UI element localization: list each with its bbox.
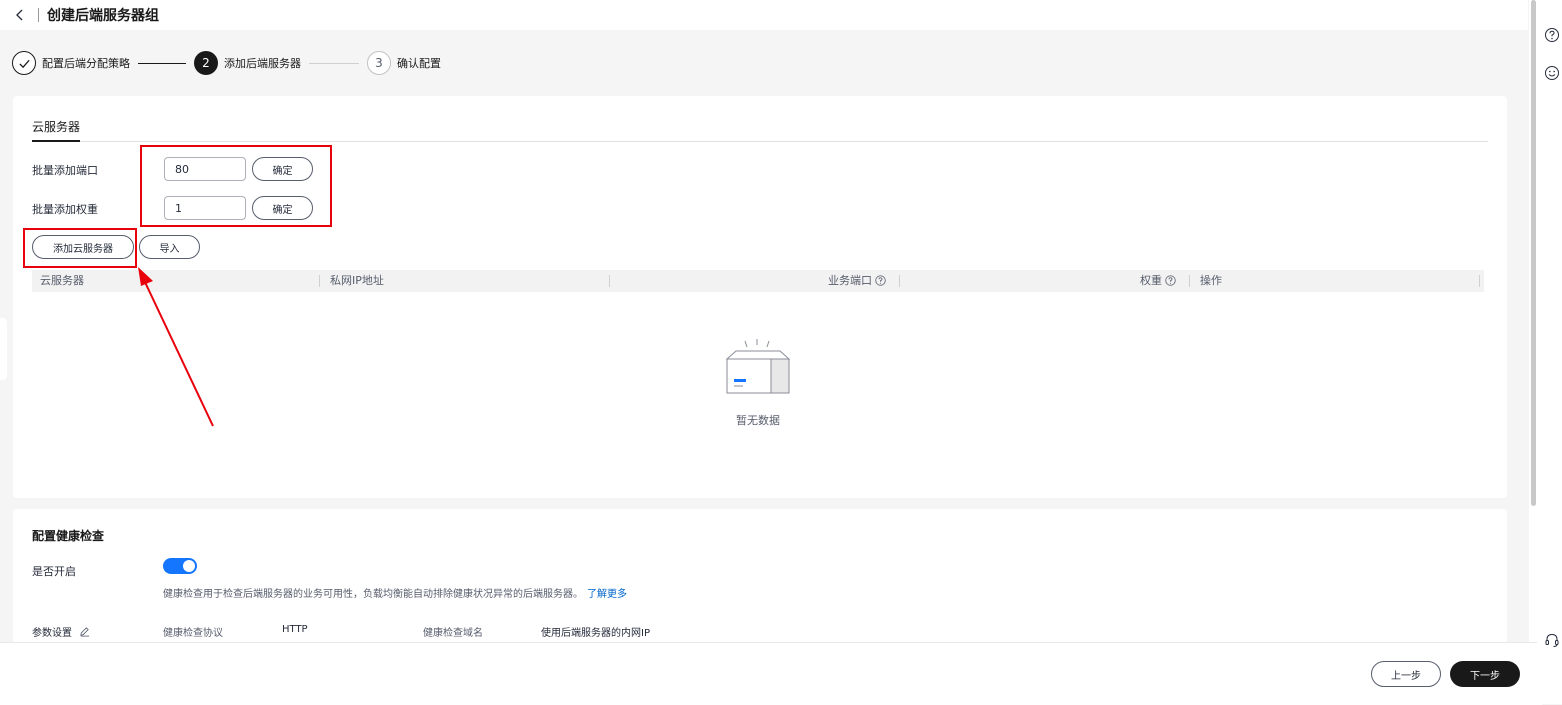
column-private-ip: 私网IP地址 (330, 274, 384, 287)
step-3-label: 确认配置 (397, 57, 441, 70)
health-check-card: 配置健康检查 是否开启 健康检查用于检查后端服务器的业务可用性，负载均衡能自动排… (13, 509, 1507, 659)
column-cloud-server: 云服务器 (40, 274, 84, 287)
column-separator (899, 275, 900, 287)
toggle-knob (183, 560, 195, 572)
description-text: 健康检查用于检查后端服务器的业务可用性，负载均衡能自动排除健康状况异常的后端服务… (163, 589, 583, 600)
edit-icon[interactable] (79, 626, 90, 637)
step-connector (309, 62, 359, 64)
side-collapse-handle[interactable] (0, 318, 7, 380)
help-icon[interactable] (1544, 27, 1560, 43)
column-separator (609, 275, 610, 287)
footer-bar: 上一步 下一步 (0, 642, 1542, 705)
right-tool-rail (1537, 0, 1562, 704)
column-service-port: 业务端口 (828, 270, 886, 292)
batch-weight-confirm-button[interactable]: 确定 (252, 196, 313, 220)
backend-servers-card: 云服务器 批量添加端口 确定 批量添加权重 确定 添加云服务器 导入 云服务器 … (13, 96, 1507, 498)
domain-label: 健康检查域名 (423, 628, 483, 639)
batch-weight-label: 批量添加权重 (32, 203, 98, 216)
previous-step-button[interactable]: 上一步 (1371, 661, 1441, 687)
next-step-button[interactable]: 下一步 (1450, 661, 1520, 687)
step-2-circle: 2 (194, 51, 218, 75)
chevron-left-icon (16, 9, 23, 21)
empty-state-text: 暂无数据 (736, 414, 780, 427)
step-connector (138, 62, 186, 64)
batch-port-confirm-button[interactable]: 确定 (252, 157, 313, 181)
vertical-scrollbar[interactable] (1529, 0, 1537, 642)
question-icon[interactable] (1165, 275, 1176, 286)
column-separator (1189, 275, 1190, 287)
batch-port-label: 批量添加端口 (32, 164, 98, 177)
learn-more-link[interactable]: 了解更多 (587, 589, 627, 600)
protocol-label: 健康检查协议 (163, 628, 223, 639)
server-tabs: 云服务器 (32, 116, 1488, 142)
step-2-label: 添加后端服务器 (224, 57, 301, 70)
check-icon (18, 59, 30, 68)
column-service-port-label: 业务端口 (828, 274, 872, 287)
batch-port-input[interactable] (164, 157, 246, 181)
column-separator (319, 275, 320, 287)
scrollbar-thumb[interactable] (1531, 0, 1536, 506)
domain-value: 使用后端服务器的内网IP (541, 628, 650, 639)
server-table-header: 云服务器 私网IP地址 业务端口 权重 操作 (32, 270, 1484, 292)
smiley-icon[interactable] (1544, 65, 1560, 81)
protocol-value: HTTP (282, 624, 308, 635)
health-check-toggle[interactable] (163, 558, 197, 574)
health-check-title: 配置健康检查 (32, 529, 105, 543)
page-header: 创建后端服务器组 (0, 0, 1528, 30)
column-operation: 操作 (1200, 274, 1222, 287)
add-cloud-server-button[interactable]: 添加云服务器 (32, 235, 134, 259)
enable-label: 是否开启 (32, 565, 76, 578)
header-divider (38, 8, 39, 22)
step-3-circle: 3 (367, 51, 391, 75)
page-title: 创建后端服务器组 (47, 8, 159, 24)
step-1-label: 配置后端分配策略 (42, 57, 130, 70)
headset-icon[interactable] (1544, 632, 1560, 648)
step-1-circle (12, 51, 36, 75)
batch-weight-input[interactable] (164, 196, 246, 220)
column-weight-label: 权重 (1140, 274, 1162, 287)
stepper: 配置后端分配策略 2 添加后端服务器 3 确认配置 (12, 50, 441, 76)
params-setting: 参数设置 (32, 624, 90, 639)
column-weight: 权重 (1140, 270, 1176, 292)
tab-cloud-servers[interactable]: 云服务器 (32, 118, 81, 142)
import-button[interactable]: 导入 (139, 235, 200, 259)
column-separator (1479, 275, 1480, 287)
empty-box-icon (725, 339, 791, 394)
back-button[interactable] (12, 7, 28, 23)
params-label: 参数设置 (32, 628, 72, 639)
health-check-description: 健康检查用于检查后端服务器的业务可用性，负载均衡能自动排除健康状况异常的后端服务… (163, 585, 627, 600)
question-icon[interactable] (875, 275, 886, 286)
